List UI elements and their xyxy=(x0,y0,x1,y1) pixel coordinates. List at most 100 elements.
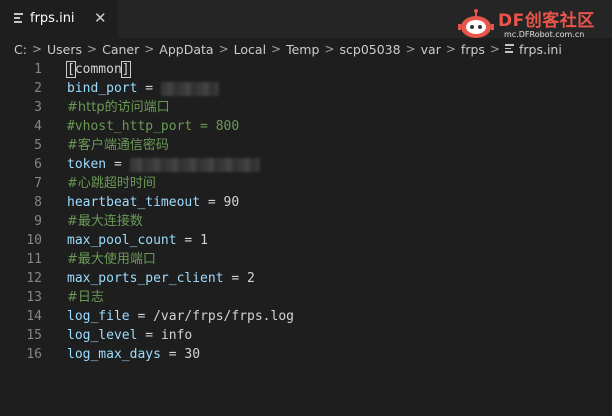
breadcrumb-separator: > xyxy=(87,42,98,56)
line-number: 7 xyxy=(34,176,42,191)
line-number: 6 xyxy=(34,157,42,172)
breadcrumb-separator: > xyxy=(271,42,282,56)
code-line: 2 bind_port = xyxy=(0,79,612,98)
line-content[interactable]: log_max_days = 30 xyxy=(67,345,200,364)
equals-sign: = xyxy=(129,309,154,324)
redacted-value xyxy=(160,81,219,96)
line-number: 16 xyxy=(26,347,42,362)
tab-frps-ini[interactable]: frps.ini ✕ xyxy=(0,0,118,38)
code-line: 8 heartbeat_timeout = 90 xyxy=(0,193,612,212)
line-content[interactable]: [common] xyxy=(66,60,131,79)
line-content[interactable]: bind_port = xyxy=(67,79,219,98)
close-icon[interactable]: ✕ xyxy=(94,9,107,27)
equals-sign: = xyxy=(223,271,248,286)
redacted-value xyxy=(129,157,260,172)
line-number: 3 xyxy=(34,100,42,115)
breadcrumb-item[interactable]: C: xyxy=(14,42,27,57)
tab-label: frps.ini xyxy=(30,11,75,26)
config-key: bind_port xyxy=(67,81,138,96)
breadcrumb-separator: > xyxy=(144,42,155,56)
code-line: 6 token = xyxy=(0,155,612,174)
comment-line[interactable]: #心跳超时时间 xyxy=(67,174,156,193)
breadcrumb-item[interactable]: AppData xyxy=(159,42,213,57)
config-value: 1 xyxy=(200,233,208,248)
settings-file-icon xyxy=(504,44,514,54)
breadcrumb-item[interactable]: Temp xyxy=(286,42,319,57)
comment-line[interactable]: #最大连接数 xyxy=(67,212,143,231)
line-number: 5 xyxy=(34,138,42,153)
config-value: 30 xyxy=(184,347,201,362)
line-number: 12 xyxy=(26,271,42,286)
config-key: log_max_days xyxy=(67,347,161,362)
config-value: info xyxy=(160,328,193,343)
line-content[interactable]: max_pool_count = 1 xyxy=(67,231,208,250)
settings-file-icon xyxy=(14,13,24,23)
comment-line[interactable]: #http的访问端口 xyxy=(67,98,170,117)
breadcrumb-item[interactable]: var xyxy=(421,42,441,57)
line-content[interactable]: token = xyxy=(67,155,260,174)
robot-icon xyxy=(458,9,494,38)
code-line: 16 log_max_days = 30 xyxy=(0,345,612,364)
breadcrumb-item[interactable]: Caner xyxy=(102,42,139,57)
code-line: 7 #心跳超时时间 xyxy=(0,174,612,193)
config-key: log_level xyxy=(67,328,138,343)
line-content[interactable]: log_level = info xyxy=(67,326,192,345)
breadcrumb-separator: > xyxy=(405,42,416,56)
comment-line[interactable]: #客户端通信密码 xyxy=(67,136,169,155)
code-line: 9 #最大连接数 xyxy=(0,212,612,231)
line-number: 1 xyxy=(34,62,42,77)
code-line: 12 max_ports_per_client = 2 xyxy=(0,269,612,288)
breadcrumb-separator: > xyxy=(445,42,456,56)
breadcrumb-item[interactable]: scp05038 xyxy=(340,42,401,57)
breadcrumb-separator: > xyxy=(218,42,229,56)
breadcrumb-separator: > xyxy=(31,42,43,56)
code-editor[interactable]: 1 [common] 2 bind_port = 3 #http的访问端口 4 … xyxy=(0,60,612,416)
code-line: 11 #最大使用端口 xyxy=(0,250,612,269)
comment-line[interactable]: #日志 xyxy=(67,288,104,307)
code-line: 15 log_level = info xyxy=(0,326,612,345)
code-line: 13 #日志 xyxy=(0,288,612,307)
line-number: 9 xyxy=(34,214,42,229)
code-line: 5 #客户端通信密码 xyxy=(0,136,612,155)
section-bracket-close: ] xyxy=(120,61,131,78)
code-line: 4 #vhost_http_port = 800 xyxy=(0,117,612,136)
equals-sign: = xyxy=(137,328,161,343)
line-content[interactable]: heartbeat_timeout = 90 xyxy=(67,193,239,212)
breadcrumb-item[interactable]: frps xyxy=(461,42,485,57)
tab-bar: frps.ini ✕ DF创客社区 mc.DFRobot.com.cn xyxy=(0,0,612,39)
equals-sign: = xyxy=(137,81,161,96)
line-number: 10 xyxy=(26,233,42,248)
equals-sign: = xyxy=(106,157,130,172)
code-line: 10 max_pool_count = 1 xyxy=(0,231,612,250)
breadcrumb-item[interactable]: Users xyxy=(47,42,82,57)
config-key: token xyxy=(67,157,107,172)
watermark-brand: DF创客社区 xyxy=(498,11,595,31)
line-content[interactable]: max_ports_per_client = 2 xyxy=(67,269,255,288)
line-number: 13 xyxy=(26,290,42,305)
config-key: max_ports_per_client xyxy=(67,271,224,286)
line-number: 8 xyxy=(34,195,42,210)
config-key: heartbeat_timeout xyxy=(67,195,201,210)
equals-sign: = xyxy=(160,347,185,362)
line-number: 2 xyxy=(34,81,42,96)
breadcrumb: C: > Users > Caner > AppData > Local > T… xyxy=(0,38,612,60)
section-name: common xyxy=(74,62,122,77)
line-number: 4 xyxy=(34,119,42,134)
equals-sign: = xyxy=(176,233,201,248)
comment-line[interactable]: #最大使用端口 xyxy=(67,250,156,269)
equals-sign: = xyxy=(200,195,224,210)
config-value: 2 xyxy=(247,271,255,286)
code-line: 1 [common] xyxy=(0,60,612,79)
line-content[interactable]: log_file = /var/frps/frps.log xyxy=(67,307,294,326)
breadcrumb-separator: > xyxy=(489,42,500,56)
comment-line[interactable]: #vhost_http_port = 800 xyxy=(67,117,239,136)
line-number: 14 xyxy=(26,309,42,324)
code-line: 14 log_file = /var/frps/frps.log xyxy=(0,307,612,326)
breadcrumb-file[interactable]: frps.ini xyxy=(519,42,562,57)
config-key: max_pool_count xyxy=(67,233,177,248)
config-value: 90 xyxy=(223,195,240,210)
breadcrumb-item[interactable]: Local xyxy=(234,42,266,57)
config-value: /var/frps/frps.log xyxy=(153,309,294,324)
line-number: 15 xyxy=(26,328,42,343)
code-line: 3 #http的访问端口 xyxy=(0,98,612,117)
